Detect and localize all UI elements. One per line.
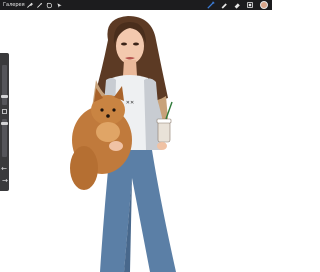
layers-icon[interactable] xyxy=(243,0,256,10)
shirt-print: ✕✕ xyxy=(126,100,134,106)
eraser-icon[interactable] xyxy=(230,0,243,10)
right-hand xyxy=(157,142,167,150)
cup-lid xyxy=(156,118,172,124)
top-toolbar: Галерея xyxy=(0,0,272,10)
dog-chest xyxy=(96,122,120,142)
dog-right-eye xyxy=(112,108,116,112)
neck xyxy=(123,60,137,76)
selection-icon[interactable] xyxy=(44,0,54,10)
transform-arrow-icon[interactable] xyxy=(54,0,64,10)
smudge-icon[interactable] xyxy=(217,0,230,10)
dog-left-eye xyxy=(100,108,104,112)
coffee-cup xyxy=(157,121,171,143)
brush-icon[interactable] xyxy=(204,0,217,10)
magic-wand-icon[interactable] xyxy=(34,0,44,10)
gallery-button[interactable]: Галерея xyxy=(0,2,25,8)
dog-tail-fluff xyxy=(70,146,98,190)
color-picker-button[interactable] xyxy=(260,1,268,9)
canvas-artwork[interactable]: ✕✕ xyxy=(0,10,272,272)
left-hand xyxy=(109,141,123,151)
right-eye xyxy=(133,42,139,46)
dog-nose xyxy=(106,114,110,118)
wrench-icon[interactable] xyxy=(24,0,34,10)
left-eye xyxy=(121,42,127,46)
